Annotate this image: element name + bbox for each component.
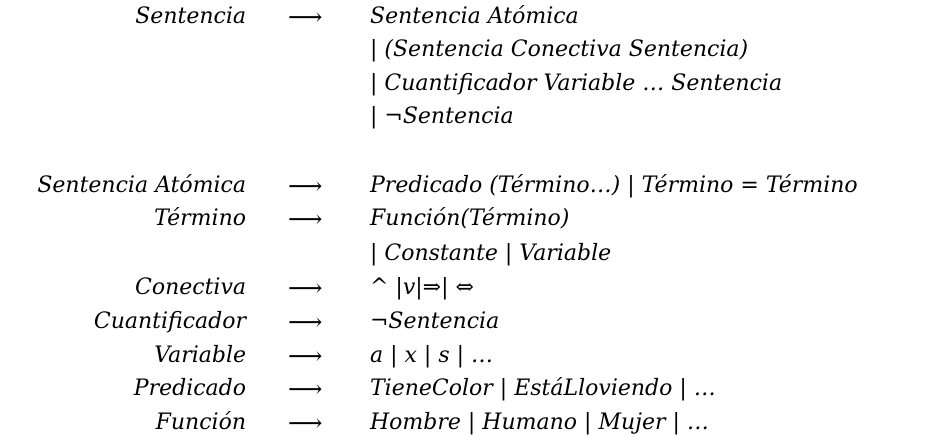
rule-left-side: Predicado: [133, 376, 246, 401]
grammar-rule-cuantificador: Cuantificador ⟶ ¬Sentencia: [0, 305, 946, 339]
grammar-rule-variable: Variable ⟶ a | x | s | …: [0, 339, 946, 373]
rule-right-side: | ¬Sentencia: [370, 104, 514, 129]
arrow-icon: ⟶: [288, 308, 323, 336]
grammar-definition: Sentencia ⟶ Sentencia Atómica | (Sentenc…: [0, 0, 946, 446]
rule-right-side: | Constante | Variable: [370, 241, 612, 266]
grammar-rule-continuation: | ¬Sentencia: [0, 100, 946, 134]
rule-right-side: | (Sentencia Conectiva Sentencia): [370, 37, 749, 62]
rule-right-side: a | x | s | …: [370, 343, 494, 368]
rule-left-side: Variable: [154, 343, 246, 368]
grammar-rule-funcion: Función ⟶ Hombre | Humano | Mujer | …: [0, 406, 946, 440]
grammar-rule-continuation: | Cuantificador Variable … Sentencia: [0, 67, 946, 101]
grammar-rule-sentencia-atomica: Sentencia Atómica ⟶ Predicado (Término…)…: [0, 169, 946, 203]
rule-left-side: Conectiva: [134, 275, 246, 300]
rule-left-side: Cuantificador: [93, 309, 246, 334]
rule-left-side: Sentencia Atómica: [37, 173, 246, 198]
rule-right-side: TieneColor | EstáLloviendo | …: [370, 376, 716, 401]
grammar-rule-predicado: Predicado ⟶ TieneColor | EstáLloviendo |…: [0, 372, 946, 406]
grammar-rule-continuation: | Constante | Variable: [0, 237, 946, 271]
rule-right-side: ¬Sentencia: [370, 309, 500, 334]
rule-right-side: ^ |v|⇒| ⇔: [370, 275, 474, 300]
rule-right-side: Predicado (Término…) | Término = Término: [370, 173, 858, 198]
rule-right-side: Hombre | Humano | Mujer | …: [370, 410, 709, 435]
grammar-rule-sentencia: Sentencia ⟶ Sentencia Atómica: [0, 0, 946, 34]
rule-left-side: Función: [155, 410, 246, 435]
arrow-icon: ⟶: [288, 172, 323, 200]
grammar-rule-termino: Término ⟶ Función(Término): [0, 202, 946, 236]
rule-left-side: Término: [154, 206, 246, 231]
arrow-icon: ⟶: [288, 342, 323, 370]
rule-right-side: Función(Término): [370, 206, 570, 231]
grammar-rule-continuation: | (Sentencia Conectiva Sentencia): [0, 33, 946, 67]
rule-left-side: Sentencia: [135, 4, 246, 29]
grammar-rule-conectiva: Conectiva ⟶ ^ |v|⇒| ⇔: [0, 271, 946, 305]
arrow-icon: ⟶: [288, 274, 323, 302]
arrow-icon: ⟶: [288, 375, 323, 403]
arrow-icon: ⟶: [288, 409, 323, 437]
rule-right-side: Sentencia Atómica: [370, 4, 579, 29]
arrow-icon: ⟶: [288, 205, 323, 233]
arrow-icon: ⟶: [288, 3, 323, 31]
rule-right-side: | Cuantificador Variable … Sentencia: [370, 71, 783, 96]
